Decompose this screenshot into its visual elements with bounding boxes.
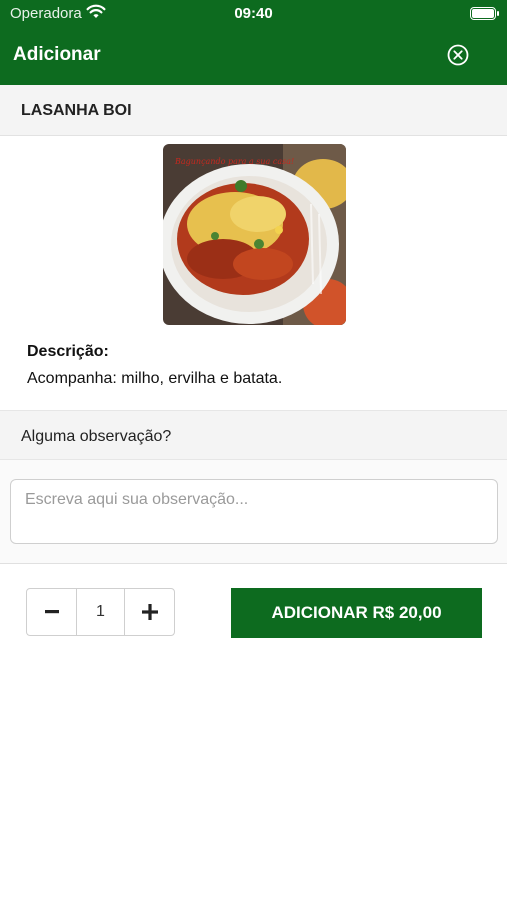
observation-label: Alguma observação? <box>21 428 172 445</box>
status-bar: Operadora 09:40 <box>0 0 507 28</box>
nav-bar: Adicionar <box>0 28 507 85</box>
quantity-stepper: 1 <box>26 588 175 636</box>
observation-input[interactable] <box>10 479 498 544</box>
observation-section <box>0 460 507 564</box>
plus-icon <box>141 604 158 620</box>
image-caption: Bagunçando para a sua casa! <box>174 157 294 166</box>
product-name: LASANHA BOI <box>21 102 132 119</box>
description-label: Descrição: <box>27 343 109 360</box>
quantity-value: 1 <box>96 603 105 620</box>
battery-icon <box>470 7 499 20</box>
observation-header: Alguma observação? <box>0 410 507 460</box>
status-time: 09:40 <box>234 5 273 22</box>
increase-quantity-button[interactable] <box>124 589 174 635</box>
add-to-cart-button[interactable]: ADICIONAR R$ 20,00 <box>231 588 482 638</box>
decrease-quantity-button[interactable] <box>27 589 77 635</box>
minus-icon <box>44 610 59 614</box>
description-text: Acompanha: milho, ervilha e batata. <box>27 370 283 387</box>
product-image: Bagunçando para a sua casa! <box>163 144 346 325</box>
page-title: Adicionar <box>13 44 101 65</box>
product-header: LASANHA BOI <box>0 85 507 136</box>
close-icon[interactable] <box>447 44 469 66</box>
